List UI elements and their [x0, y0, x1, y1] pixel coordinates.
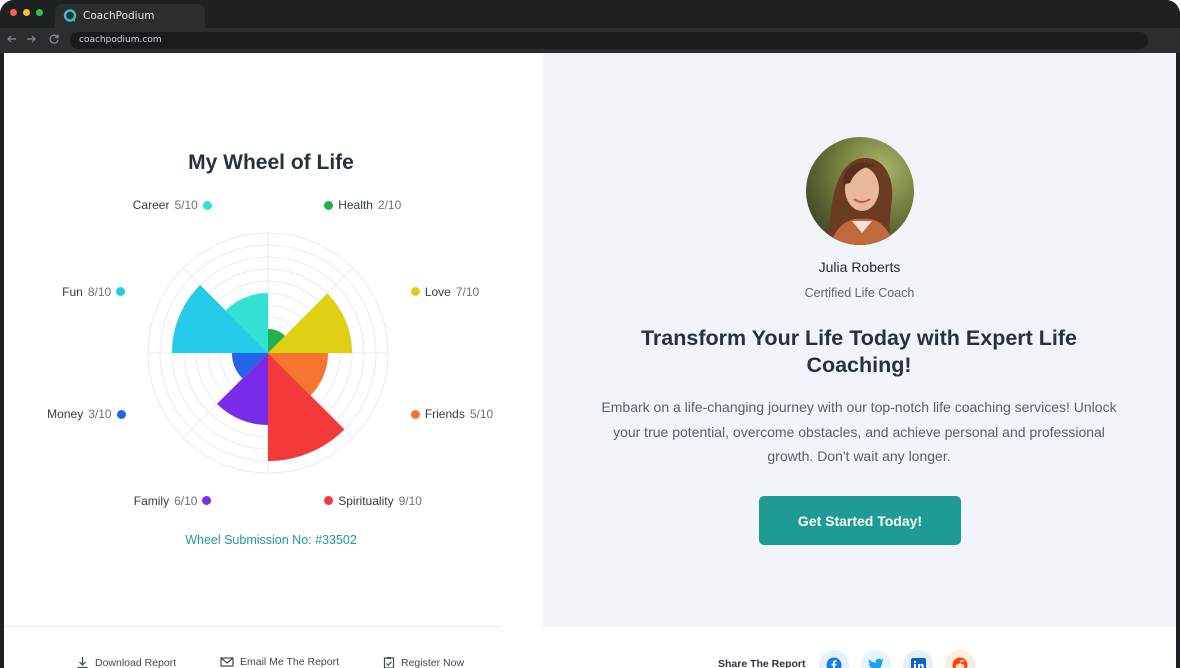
- window-controls: [10, 9, 43, 16]
- wheel-label-friends: Friends 5/10: [410, 406, 494, 422]
- segment-score: 7/10: [455, 284, 480, 299]
- wheel-label-fun: Fun 8/10: [62, 284, 126, 300]
- minimize-window-button[interactable]: [23, 9, 30, 16]
- register-now-label: Register Now: [401, 656, 465, 668]
- segment-score: 2/10: [377, 198, 402, 213]
- download-report-link[interactable]: Download Report: [76, 656, 176, 668]
- segment-score: 6/10: [174, 493, 198, 508]
- title-bar: CoachPodium: [0, 0, 1180, 28]
- promo-description: Embark on a life-changing journey with o…: [601, 399, 1117, 464]
- submission-number: Wheel Submission No: #33502: [185, 533, 357, 547]
- address-bar-row: coachpodium.com: [0, 28, 1180, 53]
- clipboard-check-icon: [383, 657, 395, 668]
- segment-score: 5/10: [174, 198, 198, 213]
- wheel-label-spirituality: Spirituality 9/10: [324, 493, 422, 509]
- coach-panel: Julia Roberts Certified Life Coach Trans…: [543, 53, 1176, 627]
- segment-name: Fun: [62, 284, 83, 299]
- segment-name: Friends: [424, 407, 465, 422]
- share-reddit-button[interactable]: [945, 650, 975, 668]
- segment-score: 9/10: [398, 493, 422, 508]
- wheel-label-career: Career 5/10: [133, 197, 212, 213]
- share-linkedin-button[interactable]: [903, 650, 933, 668]
- wheel-panel: My Wheel of Life Health 2/10 Love 7/10 Frien…: [4, 53, 543, 627]
- url-field[interactable]: coachpodium.com: [70, 32, 1148, 49]
- arrow-left-icon: [7, 35, 16, 43]
- download-icon: [77, 657, 88, 668]
- browser-tab[interactable]: CoachPodium: [55, 4, 205, 28]
- reload-button[interactable]: [47, 33, 61, 47]
- linkedin-icon: [910, 657, 926, 668]
- download-report-label: Download Report: [95, 656, 177, 668]
- share-twitter-button[interactable]: [861, 650, 891, 668]
- segment-name: Money: [47, 407, 84, 422]
- segment-score: 8/10: [87, 284, 112, 299]
- page: My Wheel of Life Health 2/10 Love 7/10 Frien…: [4, 53, 1176, 668]
- legend-dot: [116, 287, 126, 297]
- legend-dot: [116, 409, 126, 419]
- email-report-link[interactable]: Email Me The Report: [220, 656, 339, 668]
- forward-button[interactable]: [24, 33, 38, 47]
- facebook-icon: [826, 657, 842, 668]
- back-button[interactable]: [5, 33, 19, 47]
- segment-name: Spirituality: [338, 493, 394, 508]
- legend-dot: [410, 409, 420, 419]
- coach-name: Julia Roberts: [818, 259, 901, 275]
- wheel-label-love: Love 7/10: [410, 284, 480, 300]
- reload-icon: [49, 34, 59, 44]
- maximize-window-button[interactable]: [36, 9, 43, 16]
- segment-name: Career: [132, 198, 170, 213]
- legend-dot: [202, 200, 212, 210]
- segment-name: Love: [424, 284, 451, 299]
- segment-score: 3/10: [88, 407, 112, 422]
- wheel-label-money: Money 3/10: [47, 406, 126, 422]
- arrow-right-icon: [27, 35, 36, 43]
- tab-title: CoachPodium: [83, 10, 155, 22]
- legend-dot: [324, 200, 334, 210]
- segment-name: Health: [338, 198, 373, 213]
- coach-avatar: [806, 137, 914, 245]
- coachpodium-logo-icon: [63, 9, 77, 22]
- coach-role: Certified Life Coach: [804, 286, 915, 300]
- footer-divider: [4, 626, 501, 627]
- twitter-icon: [868, 658, 884, 668]
- legend-dot: [324, 496, 334, 506]
- wheel-label-health: Health 2/10: [324, 197, 401, 213]
- legend-dot: [202, 496, 212, 506]
- browser-window: CoachPodium coachpodium.com My Wheel of …: [0, 0, 1180, 668]
- share-facebook-button[interactable]: [819, 650, 849, 668]
- email-report-label: Email Me The Report: [240, 656, 340, 668]
- reddit-icon: [952, 657, 968, 668]
- segment-name: Family: [133, 493, 170, 508]
- promo-headline: Transform Your Life Today with Expert Li…: [640, 326, 1078, 377]
- legend-dot: [410, 287, 420, 297]
- register-now-link[interactable]: Register Now: [383, 656, 464, 668]
- share-label: Share The Report: [718, 658, 806, 668]
- get-started-button[interactable]: Get Started Today!: [759, 496, 961, 545]
- mail-icon: [220, 657, 234, 667]
- wheel-segment-love[interactable]: [268, 293, 352, 353]
- segment-score: 5/10: [469, 407, 494, 422]
- wheel-label-family: Family 6/10: [134, 493, 212, 509]
- close-window-button[interactable]: [10, 9, 17, 16]
